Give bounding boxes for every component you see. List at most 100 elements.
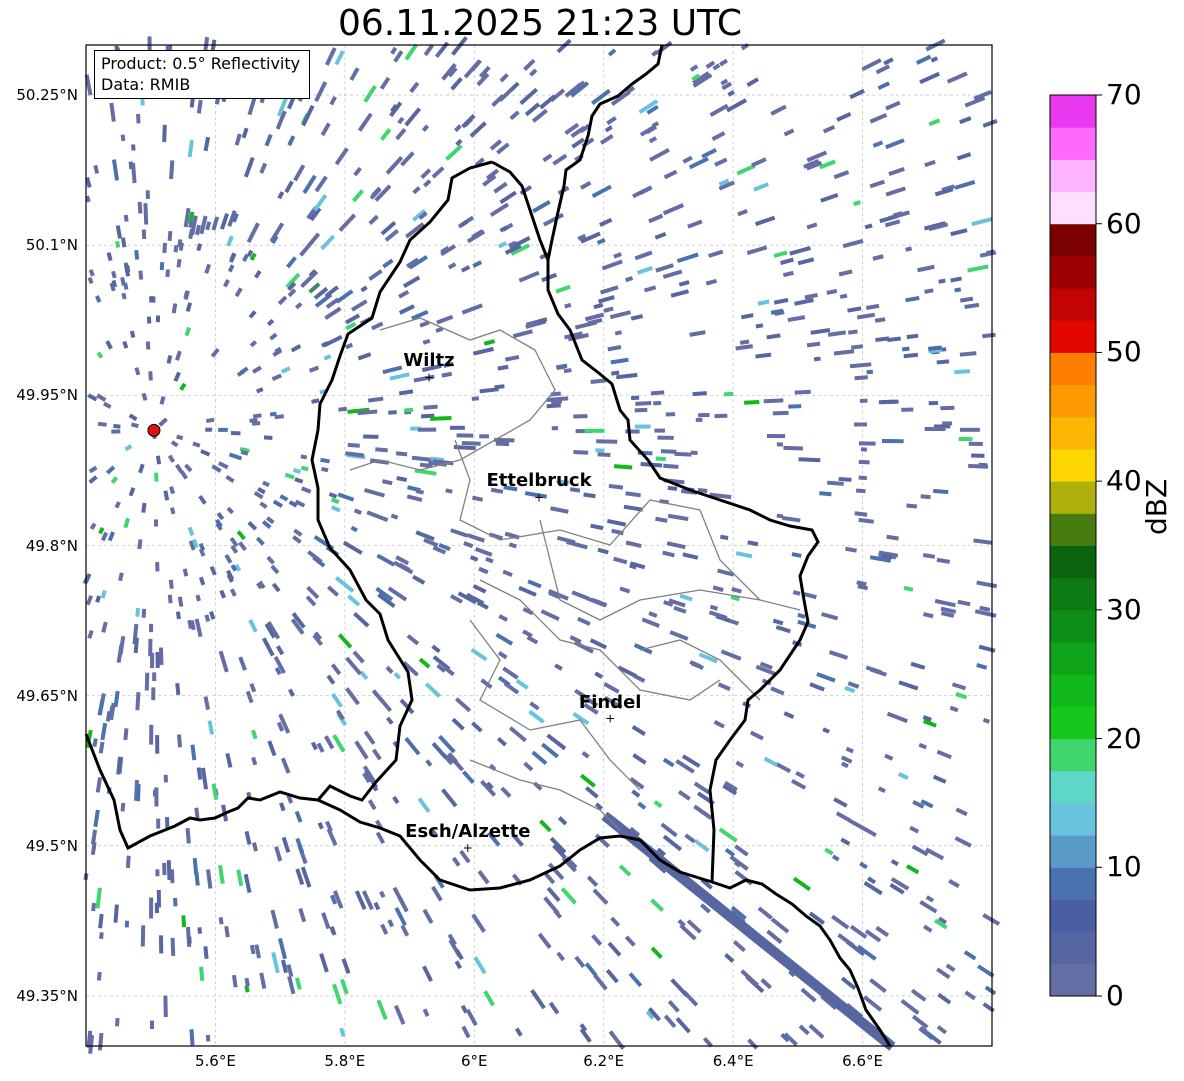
colorbar-segment xyxy=(1050,513,1096,546)
echo-cell xyxy=(596,439,618,444)
echo-cell xyxy=(162,242,167,253)
echo-cell xyxy=(181,915,187,928)
echo-cell xyxy=(156,889,161,908)
echo-cell xyxy=(155,561,160,572)
echo-cell xyxy=(148,638,153,657)
colorbar-segment xyxy=(1050,706,1096,740)
echo-cell xyxy=(197,927,202,934)
echo-cell xyxy=(144,672,150,691)
echo-cell xyxy=(170,937,176,957)
echo-cell xyxy=(634,407,648,413)
echo-cell xyxy=(776,513,784,519)
echo-cell xyxy=(155,651,160,669)
echo-cell xyxy=(218,427,228,432)
echo-cell xyxy=(165,817,170,829)
lat-tick-label: 49.5°N xyxy=(25,836,78,855)
echo-cell xyxy=(173,897,178,907)
colorbar-segment xyxy=(1050,159,1096,193)
echo-cell xyxy=(143,203,149,225)
echo-cell xyxy=(714,413,728,419)
echo-cell xyxy=(788,404,802,409)
lat-tick-label: 49.65°N xyxy=(16,686,78,705)
colorbar-segment xyxy=(1050,802,1096,836)
echo-cell xyxy=(695,417,703,422)
echo-cell xyxy=(148,371,153,381)
echo-cell xyxy=(723,391,734,397)
echo-cell xyxy=(167,594,173,604)
colorbar-tick-label: 10 xyxy=(1106,850,1142,884)
city-marker: + xyxy=(463,841,473,855)
echo-cell xyxy=(968,441,983,447)
lon-tick-label: 6.4°E xyxy=(712,1052,754,1070)
echo-cell xyxy=(858,459,870,465)
colorbar-segment xyxy=(1050,255,1096,289)
echo-cell xyxy=(158,647,164,665)
echo-cell xyxy=(151,687,156,701)
echo-cell xyxy=(165,269,171,278)
echo-cell xyxy=(230,431,241,436)
echo-cell xyxy=(657,435,674,440)
echo-cell xyxy=(124,920,130,928)
colorbar-segment xyxy=(1050,481,1096,514)
echo-cell xyxy=(551,426,559,431)
echo-cell xyxy=(152,672,157,682)
city-label: Findel xyxy=(578,691,642,713)
echo-cell xyxy=(776,442,784,447)
lat-tick-label: 49.8°N xyxy=(25,536,78,555)
echo-cell xyxy=(940,405,955,411)
echo-cell xyxy=(125,855,131,869)
colorbar-segment xyxy=(1050,931,1096,965)
echo-cell xyxy=(772,410,789,416)
echo-cell xyxy=(120,134,126,142)
city-label: Esch/Alzette xyxy=(405,820,531,842)
echo-cell xyxy=(363,434,379,439)
echo-cell xyxy=(634,424,651,429)
echo-cell xyxy=(674,451,692,457)
colorbar-segment xyxy=(1050,223,1096,257)
echo-cell xyxy=(928,400,939,406)
colorbar-segment xyxy=(1050,674,1096,707)
echo-cell xyxy=(698,412,710,418)
echo-cell xyxy=(971,453,985,458)
echo-cell xyxy=(866,369,874,375)
echo-cell xyxy=(149,724,154,745)
colorbar-segment xyxy=(1050,191,1096,225)
echo-cell xyxy=(163,774,168,783)
colorbar-segment xyxy=(1050,867,1096,900)
city-marker: + xyxy=(534,490,544,504)
colorbar-tick-label: 20 xyxy=(1106,721,1142,755)
colorbar-tick-label: 30 xyxy=(1106,592,1142,626)
echo-cell xyxy=(145,341,151,350)
echo-cell xyxy=(625,429,640,434)
echo-cell xyxy=(96,971,102,981)
echo-cell xyxy=(156,818,161,829)
echo-cell xyxy=(813,356,821,362)
echo-cell xyxy=(858,475,868,481)
colorbar-segment xyxy=(1050,738,1096,772)
lat-tick-label: 50.1°N xyxy=(25,236,78,255)
city-marker: + xyxy=(605,712,615,726)
echo-cell xyxy=(155,315,161,323)
lat-tick-label: 50.25°N xyxy=(16,86,78,105)
colorbar-tick-label: 70 xyxy=(1106,78,1142,111)
radar-map[interactable]: + + + + xyxy=(0,0,1184,1081)
colorbar-segment xyxy=(1050,127,1096,160)
colorbar-segment xyxy=(1050,642,1096,675)
echo-cell xyxy=(388,410,397,415)
colorbar-segment xyxy=(1050,95,1096,128)
echo-cell xyxy=(135,784,141,802)
lon-tick-label: 6.6°E xyxy=(842,1052,883,1070)
echo-cell xyxy=(131,144,136,151)
city-label: Wiltz xyxy=(403,350,455,372)
city-marker: + xyxy=(424,370,434,384)
echo-cell xyxy=(584,428,605,433)
colorbar-segment xyxy=(1050,545,1096,579)
echo-cell xyxy=(573,450,589,455)
echo-cell xyxy=(153,519,159,527)
echo-cell xyxy=(162,862,167,876)
echo-cell xyxy=(461,441,481,446)
echo-cell xyxy=(166,860,172,881)
echo-cell xyxy=(901,407,914,412)
echo-cell xyxy=(853,422,868,427)
echo-cell xyxy=(881,438,904,444)
